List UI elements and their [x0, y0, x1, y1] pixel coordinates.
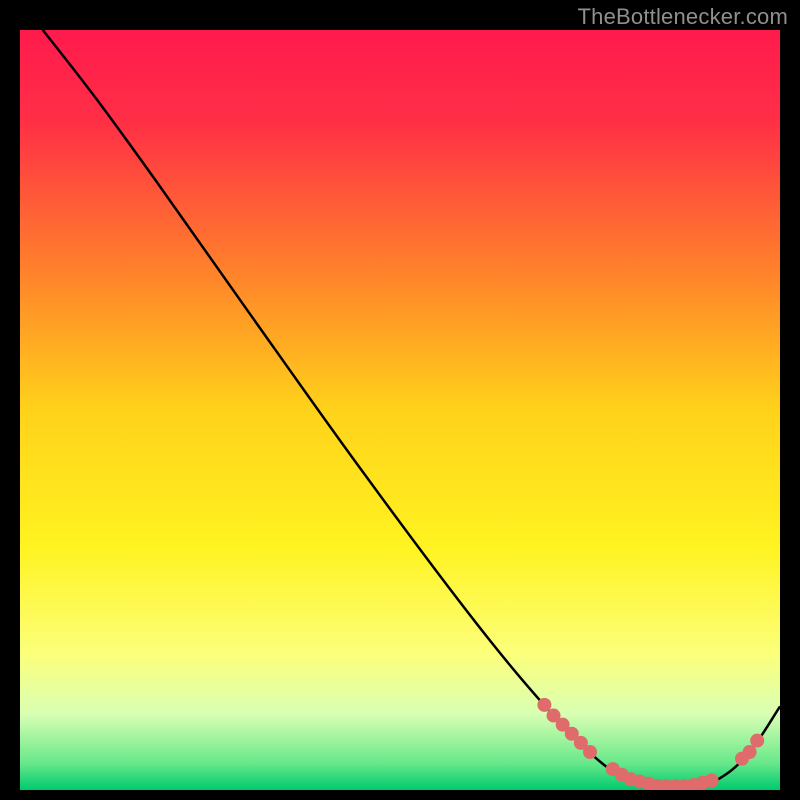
gradient-background [20, 30, 780, 790]
curve-dot [750, 734, 764, 748]
chart-frame: TheBottlenecker.com [0, 0, 800, 800]
plot-area [20, 30, 780, 790]
curve-dot [743, 745, 757, 759]
attribution-text: TheBottlenecker.com [578, 4, 788, 30]
curve-dot [583, 745, 597, 759]
chart-svg [20, 30, 780, 790]
curve-dot [537, 698, 551, 712]
curve-dot [705, 774, 719, 788]
